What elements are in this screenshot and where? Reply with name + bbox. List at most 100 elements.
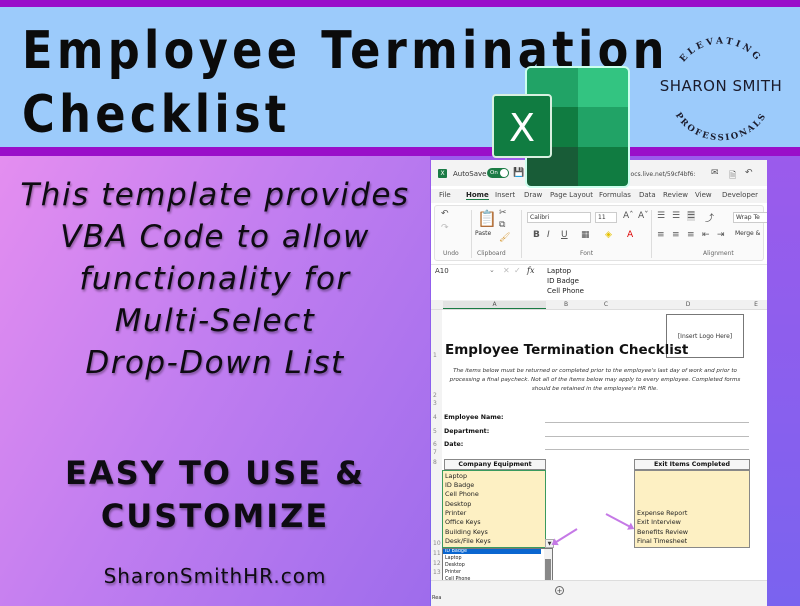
svg-text:ELEVATING: ELEVATING [678, 37, 763, 65]
formula-value-line[interactable]: Laptop [547, 267, 571, 275]
row-number[interactable]: 5 [433, 428, 437, 435]
align-middle-icon[interactable]: ☰ [672, 211, 680, 221]
tab-formulas[interactable]: Formulas [599, 191, 631, 199]
align-center-icon[interactable]: ≡ [672, 230, 680, 240]
row-number[interactable]: 10 [433, 540, 441, 547]
italic-button[interactable]: I [547, 230, 550, 240]
cut-icon[interactable]: ✂ [499, 208, 507, 218]
pitch-line: functionality for [79, 261, 351, 297]
tab-home[interactable]: Home [466, 191, 489, 200]
autosave-label: AutoSave [453, 170, 487, 178]
formula-value-line[interactable]: ID Badge [547, 277, 579, 285]
font-size-select[interactable]: 11 [595, 212, 617, 223]
undo-icon[interactable]: ↶ [441, 209, 449, 219]
row-number[interactable]: 8 [433, 459, 437, 466]
row-number[interactable]: 4 [433, 414, 437, 421]
align-bottom-icon[interactable]: ☰ [687, 211, 696, 221]
column-header-e[interactable]: E [750, 301, 762, 308]
font-color-icon[interactable]: A [627, 230, 633, 240]
increase-indent-icon[interactable]: ⇥ [717, 230, 725, 240]
row-number[interactable]: 6 [433, 441, 437, 448]
banner-title-line2: Checklist [22, 85, 291, 145]
wrap-text-button[interactable]: Wrap Te [733, 212, 767, 223]
row-number[interactable]: 7 [433, 449, 437, 456]
equipment-item: Cell Phone [445, 490, 479, 498]
exit-items-header[interactable]: Exit Items Completed [634, 459, 750, 470]
borders-icon[interactable]: ▦ [581, 230, 590, 240]
column-header-c[interactable]: C [586, 301, 626, 308]
equipment-list-cell[interactable]: Laptop ID Badge Cell Phone Desktop Print… [442, 470, 546, 548]
pitch-line: Multi-Select [114, 303, 316, 339]
orientation-icon[interactable]: ⤴ [705, 211, 714, 224]
tagline-line: EASY TO USE & [64, 454, 366, 492]
equipment-item: Office Keys [445, 518, 481, 526]
column-header-a[interactable]: A [443, 301, 546, 309]
dropdown-option[interactable]: Laptop [445, 556, 543, 561]
decrease-font-icon[interactable]: Aˇ [638, 211, 649, 221]
comment-icon[interactable]: ✉ [711, 168, 719, 178]
row-number[interactable]: 1 [433, 352, 437, 359]
name-box-dropdown-icon[interactable]: ⌄ [489, 266, 495, 274]
employee-name-field[interactable] [545, 422, 749, 423]
enter-icon[interactable]: ✓ [514, 266, 521, 275]
redo-icon[interactable]: ↷ [441, 223, 449, 233]
tab-draw[interactable]: Draw [524, 191, 542, 199]
tab-file[interactable]: File [439, 191, 451, 199]
undo-icon[interactable]: ↶ [745, 168, 753, 178]
excel-logo-icon: X [492, 66, 630, 188]
row-number[interactable]: 11 [433, 550, 441, 557]
sheet-title[interactable]: Employee Termination Checklist [445, 342, 688, 358]
paste-label[interactable]: Paste [475, 230, 491, 237]
tagline: EASY TO USE & CUSTOMIZE [0, 452, 430, 538]
group-label-clipboard: Clipboard [477, 250, 506, 257]
worksheet[interactable]: 1 2 3 4 5 6 7 8 10 11 12 13 [Insert Logo… [431, 310, 767, 606]
equipment-item: Desktop [445, 500, 472, 508]
exit-items-cell[interactable]: Expense Report Exit Interview Benefits R… [634, 470, 750, 548]
align-left-icon[interactable]: ≡ [657, 230, 665, 240]
svg-text:PROFESSIONALS: PROFESSIONALS [673, 111, 769, 143]
pitch-line: This template provides [20, 177, 410, 213]
column-header-d[interactable]: D [626, 301, 750, 308]
font-name-select[interactable]: Calibri [527, 212, 591, 223]
tab-review[interactable]: Review [663, 191, 688, 199]
bold-button[interactable]: B [533, 230, 540, 240]
file-path[interactable]: d.docs.live.net/59cf4bf6: [621, 171, 696, 178]
decrease-indent-icon[interactable]: ⇤ [702, 230, 710, 240]
instructions-note[interactable]: The items below must be returned or comp… [445, 367, 745, 394]
dropdown-option[interactable]: ID Badge [443, 549, 541, 554]
fill-color-icon[interactable]: ◈ [605, 230, 612, 240]
merge-button[interactable]: Merge & [733, 229, 767, 240]
website-link[interactable]: SharonSmithHR.com [0, 564, 430, 588]
align-top-icon[interactable]: ☰ [657, 211, 665, 221]
column-header-b[interactable]: B [546, 301, 586, 308]
add-sheet-button[interactable]: + [555, 586, 564, 595]
dropdown-option[interactable]: Desktop [445, 563, 543, 568]
align-right-icon[interactable]: ≡ [687, 230, 695, 240]
copy-icon[interactable]: ⧉ [499, 220, 505, 230]
insert-function-icon[interactable]: fx [527, 266, 534, 275]
date-field[interactable] [545, 449, 749, 450]
tab-view[interactable]: View [695, 191, 712, 199]
format-painter-icon[interactable]: 🖌 [499, 233, 510, 243]
exit-item: Exit Interview [637, 518, 681, 526]
increase-font-icon[interactable]: Aˆ [623, 211, 634, 221]
tab-data[interactable]: Data [639, 191, 656, 199]
brand-name: SHARON SMITH [659, 77, 783, 95]
paste-icon[interactable]: 📋 [477, 209, 497, 228]
underline-button[interactable]: U [561, 230, 568, 240]
group-label-undo: Undo [443, 250, 459, 257]
cancel-icon[interactable]: ✕ [503, 266, 510, 275]
tab-developer[interactable]: Developer [722, 191, 758, 199]
equipment-header[interactable]: Company Equipment Returned [444, 459, 546, 478]
tab-page-layout[interactable]: Page Layout [550, 191, 593, 199]
new-file-icon[interactable]: 🗎 [729, 168, 736, 184]
row-number[interactable]: 12 [433, 560, 441, 567]
row-number[interactable]: 13 [433, 569, 441, 576]
tab-insert[interactable]: Insert [495, 191, 515, 199]
formula-value-line[interactable]: Cell Phone [547, 287, 584, 295]
name-box[interactable]: A10 [435, 267, 487, 275]
row-number[interactable]: 3 [433, 400, 437, 407]
department-field[interactable] [545, 436, 749, 437]
dropdown-option[interactable]: Printer [445, 570, 543, 575]
row-number[interactable]: 2 [433, 392, 437, 399]
